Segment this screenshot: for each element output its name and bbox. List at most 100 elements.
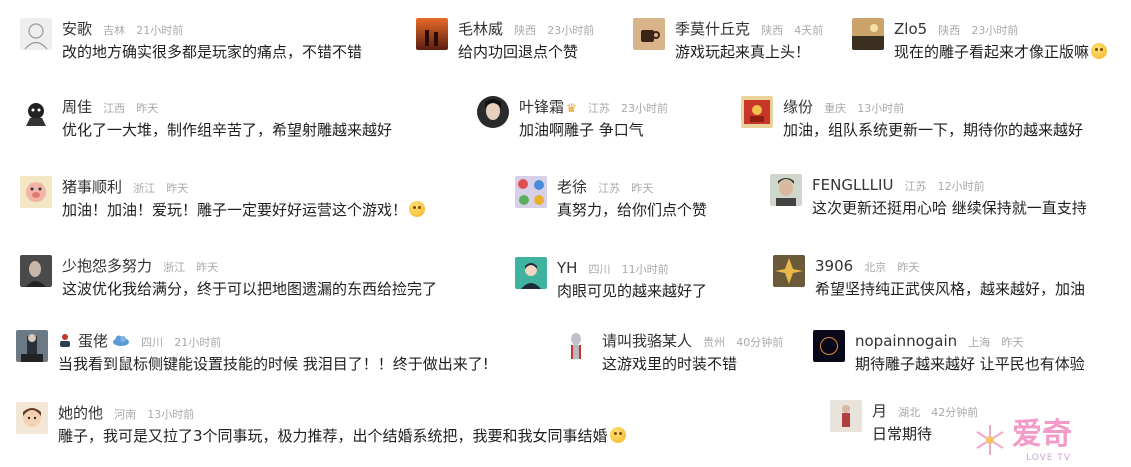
laugh-emoji-icon xyxy=(609,427,626,443)
timestamp: 40分钟前 xyxy=(736,336,784,349)
location: 吉林 xyxy=(103,24,126,37)
user-avatar[interactable] xyxy=(515,176,547,208)
comment-meta: 她的他 河南 13小时前 xyxy=(58,404,194,424)
comment-text: 这次更新还挺用心哈 继续保持就一直支持 xyxy=(812,199,1087,217)
username[interactable]: 安歌 xyxy=(62,20,92,38)
comment-meta: Zlo5 陕西 23小时前 xyxy=(894,20,1018,40)
comment-text: 现在的雕子看起来才像正版嘛 xyxy=(894,42,1108,62)
timestamp: 12小时前 xyxy=(937,180,985,193)
timestamp: 11小时前 xyxy=(621,263,669,276)
comments-wall: 安歌 吉林 21小时前 改的地方确实很多都是玩家的痛点，不错不错 毛林威 陕西 … xyxy=(0,0,1131,467)
username[interactable]: 少抱怨多努力 xyxy=(62,257,152,275)
username[interactable]: nopainnogain xyxy=(855,332,957,350)
location: 北京 xyxy=(864,261,887,274)
user-avatar[interactable] xyxy=(515,257,547,289)
username[interactable]: Zlo5 xyxy=(894,20,927,38)
comment-text: 这游戏里的时装不错 xyxy=(602,355,738,373)
user-avatar[interactable] xyxy=(770,174,802,206)
location: 重庆 xyxy=(824,102,847,115)
user-avatar[interactable] xyxy=(741,96,773,128)
timestamp: 昨天 xyxy=(196,261,219,274)
comment-text: 肉眼可见的越来越好了 xyxy=(557,282,708,300)
comment-meta: 缘份 重庆 13小时前 xyxy=(783,98,904,118)
comment-text: 游戏玩起来真上头！ xyxy=(675,43,811,61)
comment-meta: 月 湖北 42分钟前 xyxy=(872,402,978,422)
timestamp: 23小时前 xyxy=(547,24,595,37)
user-avatar[interactable] xyxy=(20,176,52,208)
comment-text: 给内功回退点个赞 xyxy=(458,43,579,61)
comment-meta: 老徐 江苏 昨天 xyxy=(557,178,653,198)
comment-text-body: 现在的雕子看起来才像正版嘛 xyxy=(894,43,1090,61)
person-icon xyxy=(60,334,70,347)
comment-meta: 叶锋霜 ♛ 江苏 23小时前 xyxy=(519,98,668,118)
watermark-logo: 爱奇 LOVE TV xyxy=(972,418,1092,464)
comment-text: 当我看到鼠标侧键能设置技能的时候 我泪目了！！终于做出来了! xyxy=(58,355,489,373)
user-avatar[interactable] xyxy=(20,96,52,128)
timestamp: 昨天 xyxy=(136,102,159,115)
user-avatar[interactable] xyxy=(852,18,884,50)
comment-text: 加油，组队系统更新一下，期待你的越来越好 xyxy=(783,121,1084,139)
username[interactable]: 她的他 xyxy=(58,404,103,422)
user-avatar[interactable] xyxy=(16,330,48,362)
comment-text: 加油！加油！爱玩！雕子一定要好好运营这个游戏！ xyxy=(62,200,426,220)
location: 四川 xyxy=(141,336,164,349)
username[interactable]: YH xyxy=(557,259,577,277)
comment-text: 真努力，给你们点个赞 xyxy=(557,201,708,219)
username[interactable]: FENGLLLIU xyxy=(812,176,893,194)
username[interactable]: 周佳 xyxy=(62,98,92,116)
timestamp: 4天前 xyxy=(794,24,824,37)
user-avatar[interactable] xyxy=(20,255,52,287)
username[interactable]: 季莫什丘克 xyxy=(675,20,750,38)
comment-text: 日常期待 xyxy=(872,425,933,443)
comment-meta: 季莫什丘克 陕西 4天前 xyxy=(675,20,823,40)
comment-meta: 猪事顺利 浙江 昨天 xyxy=(62,178,188,198)
cloud-badge-icon xyxy=(113,335,130,346)
location: 上海 xyxy=(968,336,991,349)
comment-meta: 毛林威 陕西 23小时前 xyxy=(458,20,594,40)
user-avatar[interactable] xyxy=(813,330,845,362)
username[interactable]: 3906 xyxy=(815,257,853,275)
username[interactable]: 猪事顺利 xyxy=(62,178,122,196)
comment-meta: YH 四川 11小时前 xyxy=(557,259,669,279)
user-avatar[interactable] xyxy=(830,400,862,432)
location: 江苏 xyxy=(904,180,927,193)
location: 湖北 xyxy=(898,406,921,419)
username[interactable]: 叶锋霜 xyxy=(519,98,564,116)
user-avatar[interactable] xyxy=(416,18,448,50)
username[interactable]: 月 xyxy=(872,402,887,420)
timestamp: 42分钟前 xyxy=(931,406,979,419)
comment-text: 希望坚持纯正武侠风格，越来越好，加油 xyxy=(815,280,1086,298)
user-avatar[interactable] xyxy=(560,330,592,362)
comment-text: 加油啊雕子 争口气 xyxy=(519,121,644,139)
username[interactable]: 蛋佬 xyxy=(78,332,108,350)
comment-text-body: 加油！加油！爱玩！雕子一定要好好运营这个游戏！ xyxy=(62,201,408,219)
timestamp: 21小时前 xyxy=(174,336,222,349)
location: 四川 xyxy=(588,263,611,276)
timestamp: 23小时前 xyxy=(620,102,668,115)
timestamp: 昨天 xyxy=(166,182,189,195)
username[interactable]: 请叫我骆某人 xyxy=(602,332,692,350)
hug-emoji-icon xyxy=(409,201,426,217)
location: 江苏 xyxy=(587,102,610,115)
timestamp: 昨天 xyxy=(1001,336,1024,349)
comment-text-body: 雕子，我可是又拉了3个同事玩，极力推荐，出个结婚系统把，我要和我女同事结婚 xyxy=(58,427,608,445)
user-avatar[interactable] xyxy=(16,402,48,434)
comment-text: 优化了一大堆，制作组辛苦了，希望射雕越来越好 xyxy=(62,121,393,139)
user-avatar[interactable] xyxy=(773,255,805,287)
location: 浙江 xyxy=(133,182,156,195)
user-avatar[interactable] xyxy=(20,18,52,50)
comment-meta: 蛋佬 四川 21小时前 xyxy=(58,332,221,352)
logo-subtext: LOVE TV xyxy=(1026,453,1071,463)
username[interactable]: 老徐 xyxy=(557,178,587,196)
location: 江苏 xyxy=(598,182,621,195)
username[interactable]: 缘份 xyxy=(783,98,813,116)
comment-meta: FENGLLLIU 江苏 12小时前 xyxy=(812,176,985,196)
user-avatar[interactable] xyxy=(633,18,665,50)
location: 江西 xyxy=(103,102,126,115)
username[interactable]: 毛林威 xyxy=(458,20,503,38)
user-avatar[interactable] xyxy=(477,96,509,128)
timestamp: 昨天 xyxy=(897,261,920,274)
comment-text: 这波优化我给满分，终于可以把地图遗漏的东西给捡完了 xyxy=(62,280,438,298)
location: 陕西 xyxy=(514,24,537,37)
comment-meta: nopainnogain 上海 昨天 xyxy=(855,332,1023,352)
